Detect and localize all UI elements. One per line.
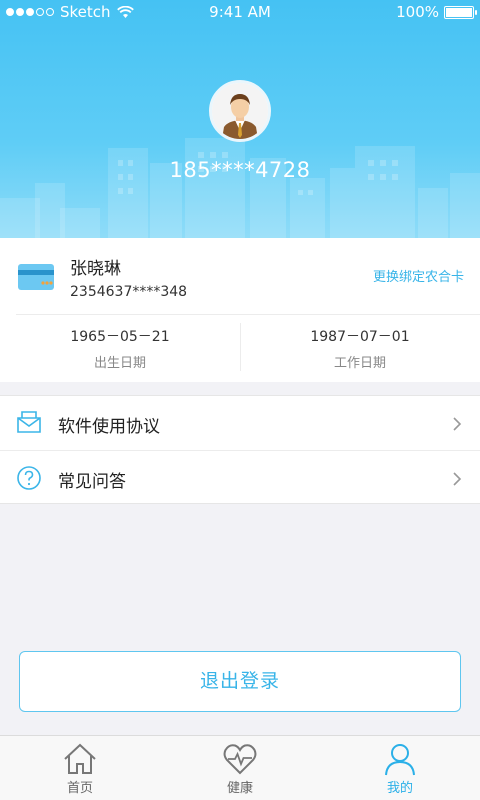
- menu-item-label: 常见问答: [58, 472, 126, 492]
- status-bar: Sketch 9:41 AM 100%: [0, 0, 480, 24]
- work-date-value: 1987－07－01: [310, 329, 410, 345]
- heart-icon: [223, 744, 257, 775]
- user-icon: [385, 744, 415, 776]
- envelope-icon: [17, 411, 41, 433]
- tab-home[interactable]: 首页: [0, 736, 160, 800]
- tab-bar: 首页 健康 我的: [0, 735, 480, 800]
- question-icon: [17, 466, 41, 490]
- work-date-label: 工作日期: [333, 356, 386, 371]
- logout-button[interactable]: 退出登录: [19, 651, 461, 712]
- card-number: 2354637****348: [70, 284, 188, 300]
- birth-date-label: 出生日期: [93, 356, 146, 371]
- city-skyline-illustration: [0, 138, 480, 238]
- bank-card-icon: [18, 264, 54, 290]
- tab-label: 首页: [66, 781, 93, 796]
- chevron-right-icon: [453, 417, 462, 431]
- menu-item-faq[interactable]: 常见问答: [0, 451, 480, 505]
- tab-label: 健康: [226, 781, 253, 796]
- tab-health[interactable]: 健康: [160, 736, 320, 800]
- card-holder-name: 张晓琳: [70, 259, 121, 279]
- phone-number: 185****4728: [169, 158, 311, 182]
- menu-item-agreement[interactable]: 软件使用协议: [0, 396, 480, 451]
- profile-header: Sketch 9:41 AM 100% 185****4728: [0, 0, 480, 238]
- battery-percent: 100%: [396, 3, 439, 21]
- birth-date-cell: 1965－05－21 出生日期: [0, 315, 240, 373]
- rebind-card-link[interactable]: 更换绑定农合卡: [373, 266, 464, 285]
- battery-icon: [444, 5, 477, 19]
- home-icon: [64, 743, 96, 774]
- settings-menu: 软件使用协议 常见问答: [0, 395, 480, 504]
- dates-divider: [240, 323, 241, 371]
- tab-label: 我的: [386, 781, 413, 796]
- avatar[interactable]: [209, 80, 271, 142]
- birth-date-value: 1965－05－21: [70, 329, 170, 345]
- chevron-right-icon: [453, 472, 462, 486]
- menu-item-label: 软件使用协议: [58, 417, 160, 437]
- tab-mine[interactable]: 我的: [320, 736, 480, 800]
- work-date-cell: 1987－07－01 工作日期: [240, 315, 480, 373]
